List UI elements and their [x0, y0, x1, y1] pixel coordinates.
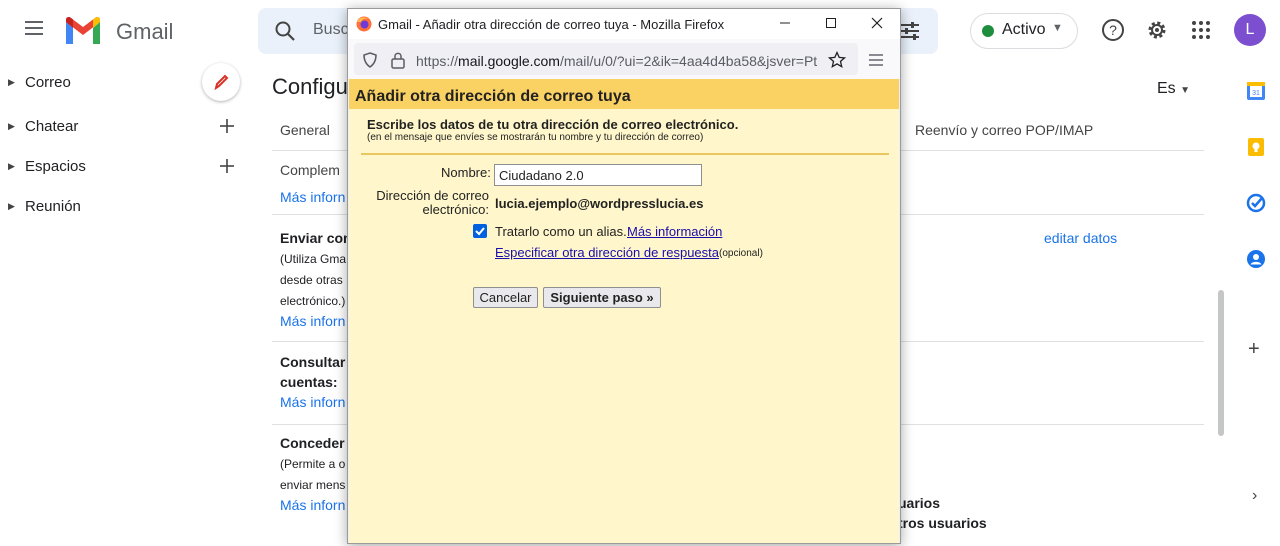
- grant-access-title: Conceder a: [280, 435, 357, 451]
- more-info-link[interactable]: Más inforn: [280, 189, 345, 205]
- gmail-logo-icon[interactable]: [64, 16, 102, 46]
- nav-item-chatear[interactable]: ▶ Chatear: [8, 118, 78, 142]
- alias-label[interactable]: Tratarlo como un alias.: [495, 224, 627, 239]
- check-mail-title: Consultar: [280, 354, 346, 370]
- pencil-icon: [214, 74, 229, 91]
- checkmark-icon: [475, 227, 485, 236]
- email-label: Dirección de correo electrónico:: [376, 188, 489, 217]
- reply-to-link[interactable]: Especificar otra dirección de respuesta: [495, 245, 719, 260]
- add-addon-icon[interactable]: +: [1248, 338, 1260, 361]
- calendar-icon[interactable]: 31: [1246, 81, 1266, 101]
- instructions: Escribe los datos de tu otra dirección d…: [367, 117, 739, 132]
- maximize-button[interactable]: [808, 9, 854, 39]
- page-title: Configu: [272, 74, 348, 99]
- keep-icon[interactable]: [1246, 137, 1266, 157]
- shield-icon[interactable]: [362, 52, 378, 68]
- window-titlebar[interactable]: Gmail - Añadir otra dirección de correo …: [348, 9, 900, 39]
- alias-checkbox[interactable]: [473, 224, 487, 238]
- gear-icon[interactable]: [1145, 18, 1169, 42]
- maximize-icon: [826, 18, 836, 28]
- send-as-desc: desde otras: [280, 273, 343, 287]
- tab-forwarding-pop-imap[interactable]: Reenvío y correo POP/IMAP: [915, 122, 1093, 138]
- chevron-right-icon: ▶: [8, 121, 15, 131]
- cancel-button[interactable]: Cancelar: [473, 287, 538, 308]
- firefox-icon: [356, 16, 372, 32]
- language-selector[interactable]: Es ▼: [1157, 80, 1190, 98]
- firefox-popup-window: Gmail - Añadir otra dirección de correo …: [347, 8, 901, 544]
- dialog-header: Añadir otra dirección de correo tuya: [349, 79, 899, 109]
- more-info-link[interactable]: Más inforn: [280, 394, 345, 410]
- nav-item-espacios[interactable]: ▶ Espacios: [8, 158, 86, 182]
- lock-icon[interactable]: [390, 51, 406, 69]
- more-info-link[interactable]: Más inforn: [280, 497, 345, 513]
- contacts-icon[interactable]: [1246, 249, 1266, 269]
- status-label: Activo: [1002, 21, 1046, 38]
- close-icon: [871, 17, 883, 29]
- instructions-note: (en el mensaje que envíes se mostrarán t…: [367, 132, 704, 143]
- send-as-desc: (Utiliza Gma: [280, 252, 347, 266]
- url-text[interactable]: https://mail.google.com/mail/u/0/?ui=2&i…: [416, 53, 826, 69]
- chevron-right-icon: ▶: [8, 77, 15, 87]
- users-option[interactable]: tros usuarios: [898, 515, 987, 531]
- edit-data-link[interactable]: editar datos: [1044, 230, 1117, 246]
- status-dot-icon: [982, 25, 994, 37]
- tasks-icon[interactable]: [1246, 193, 1266, 213]
- name-field[interactable]: [494, 164, 702, 186]
- address-bar-row: https://mail.google.com/mail/u/0/?ui=2&i…: [348, 39, 900, 79]
- users-option[interactable]: uarios: [898, 495, 940, 511]
- search-options-icon[interactable]: [899, 20, 921, 42]
- search-input[interactable]: Busc: [313, 21, 349, 39]
- add-chat-icon[interactable]: [217, 116, 237, 136]
- name-label: Nombre:: [441, 165, 491, 180]
- grant-access-desc: (Permite a o: [280, 457, 346, 471]
- compose-button[interactable]: [202, 63, 240, 101]
- next-step-button[interactable]: Siguiente paso »: [543, 287, 661, 308]
- gmail-wordmark: Gmail: [116, 19, 174, 44]
- more-info-link[interactable]: Más información: [627, 224, 722, 239]
- dialog-title: Añadir otra dirección de correo tuya: [355, 88, 631, 105]
- more-info-link[interactable]: Más inforn: [280, 313, 345, 329]
- check-mail-title: cuentas:: [280, 374, 338, 390]
- chevron-down-icon: ▼: [1180, 85, 1191, 96]
- apps-grid-icon[interactable]: [1190, 19, 1212, 41]
- grant-access-desc: enviar mens: [280, 478, 346, 492]
- chevron-right-icon[interactable]: ›: [1252, 487, 1257, 505]
- dialog-content: Añadir otra dirección de correo tuya Esc…: [349, 79, 899, 543]
- chevron-right-icon: ▶: [8, 201, 15, 211]
- nav-item-correo[interactable]: ▶ Correo: [8, 74, 71, 98]
- search-icon[interactable]: [274, 20, 296, 42]
- email-value: lucia.ejemplo@wordpresslucia.es: [495, 196, 704, 211]
- main-menu-icon[interactable]: [22, 18, 46, 42]
- add-space-icon[interactable]: [217, 156, 237, 176]
- window-title: Gmail - Añadir otra dirección de correo …: [378, 17, 725, 32]
- help-icon[interactable]: ?: [1101, 18, 1125, 42]
- send-as-desc: electrónico.): [280, 294, 346, 308]
- svg-text:31: 31: [1252, 90, 1260, 97]
- chevron-right-icon: ▶: [8, 161, 15, 171]
- avatar[interactable]: L: [1234, 14, 1266, 46]
- bookmark-star-icon[interactable]: [828, 51, 846, 69]
- divider: [361, 153, 889, 155]
- scrollbar[interactable]: [1218, 290, 1224, 436]
- send-as-title: Enviar com: [280, 230, 356, 246]
- menu-icon[interactable]: [868, 53, 884, 67]
- side-panel: [1232, 62, 1280, 546]
- tab-complements[interactable]: Complem: [280, 162, 340, 178]
- minimize-button[interactable]: [762, 9, 808, 39]
- svg-text:?: ?: [1109, 22, 1117, 38]
- close-button[interactable]: [854, 9, 900, 39]
- tab-general[interactable]: General: [280, 122, 330, 138]
- chevron-down-icon: ▼: [1052, 22, 1063, 34]
- minimize-icon: [780, 22, 790, 24]
- nav-item-reunion[interactable]: ▶ Reunión: [8, 198, 81, 222]
- optional-note: (opcional): [719, 248, 763, 259]
